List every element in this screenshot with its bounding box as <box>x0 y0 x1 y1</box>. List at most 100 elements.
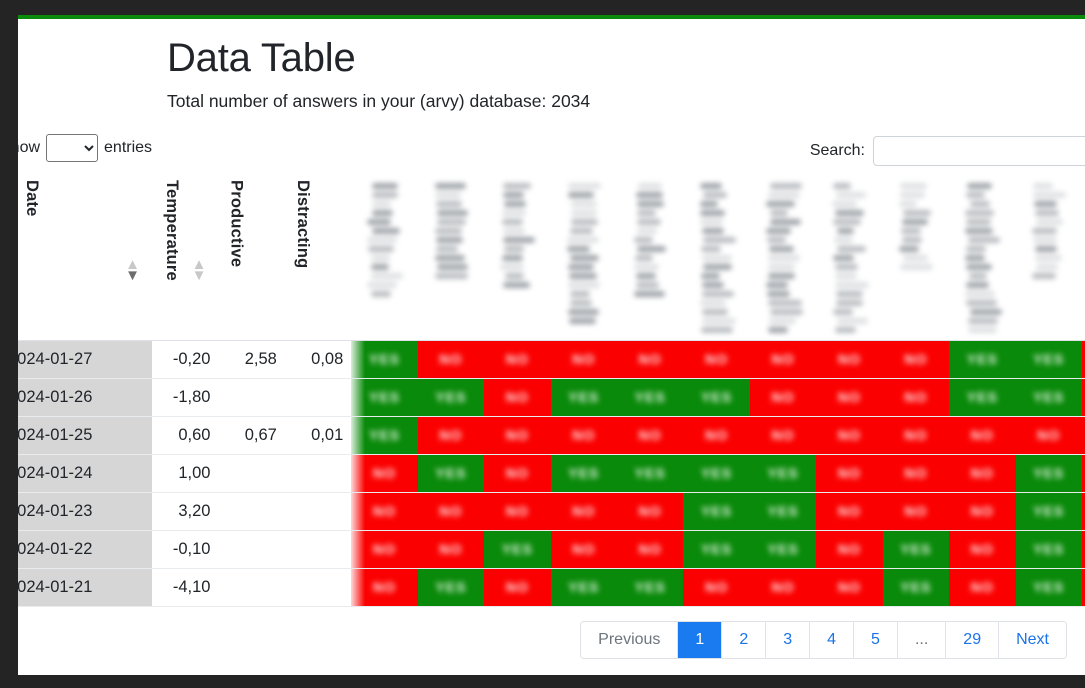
column-header-redacted-7[interactable] <box>749 172 817 341</box>
sort-descending-icon: ▼ <box>125 266 141 284</box>
flag-label: NO <box>572 503 596 519</box>
column-header-redacted-9[interactable] <box>882 172 950 341</box>
column-header-distracting[interactable]: Distracting <box>284 172 352 341</box>
redacted-text-icon <box>434 180 468 282</box>
cell-flag: YES <box>949 378 1016 417</box>
cell-date: 2024-01-25 <box>18 416 153 455</box>
table-row[interactable]: 2024-01-22-0,10 NO NO YES NO NO YES YES NO YES NO Y… <box>18 530 1085 569</box>
flag-label: YES <box>767 541 799 557</box>
pagination-page-link[interactable]: 3 <box>766 621 811 658</box>
cell-flag: NO <box>484 568 551 607</box>
flag-label: YES <box>701 389 733 405</box>
page-subtitle: Total number of answers in your (arvy) d… <box>167 91 591 111</box>
search-input[interactable] <box>873 136 1085 166</box>
redacted-text-icon <box>633 180 667 300</box>
pagination-page-4[interactable]: 4 <box>810 621 855 658</box>
column-header-redacted-3[interactable] <box>484 172 551 341</box>
pagination-page-5[interactable]: 5 <box>854 621 898 658</box>
cell-flag: YES <box>749 530 817 569</box>
pagination-page-2[interactable]: 2 <box>722 621 767 658</box>
cell-productive <box>218 378 285 417</box>
table-header-row: Date ▲ ▼ Temperature ▲ ▼ Productive Dist… <box>18 172 1085 341</box>
flag-label: NO <box>505 503 529 519</box>
flag-label: YES <box>767 503 799 519</box>
cell-flag: NO <box>550 492 617 531</box>
cell-flag: YES <box>417 568 485 607</box>
cell-flag: YES <box>484 530 551 569</box>
table-row[interactable]: 2024-01-21-4,10 NO YES NO YES YES NO NO NO YES NO Y… <box>18 568 1085 607</box>
pagination-previous-link[interactable]: Previous <box>581 621 679 658</box>
column-header-temperature[interactable]: Temperature ▲ ▼ <box>152 172 219 341</box>
cell-productive <box>218 492 285 531</box>
column-header-redacted-5[interactable] <box>616 172 684 341</box>
flag-label: NO <box>505 351 529 367</box>
pagination-page-link[interactable]: 29 <box>946 621 1000 658</box>
entries-per-page-select[interactable] <box>46 134 99 162</box>
cell-flag: YES <box>882 530 950 569</box>
pagination-previous[interactable]: Previous <box>581 621 679 658</box>
table-row[interactable]: 2024-01-233,20NONONONONOYESYESNONONOYESN… <box>18 492 1085 531</box>
pagination-next[interactable]: Next <box>999 621 1066 658</box>
search-control: Search: <box>810 136 1085 166</box>
pagination-page-link[interactable]: 2 <box>722 621 767 658</box>
pagination-next-link[interactable]: Next <box>999 621 1066 658</box>
redacted-text-icon <box>965 180 1003 336</box>
cell-productive: 0,67 <box>218 416 285 455</box>
redacted-text-icon <box>500 180 536 291</box>
pagination-page-3[interactable]: 3 <box>766 621 811 658</box>
pagination-page-link[interactable]: 4 <box>810 621 855 658</box>
cell-flag: YES <box>417 378 485 417</box>
cell-flag: NO <box>616 530 684 569</box>
cell-flag: YES <box>683 492 750 531</box>
redacted-text-icon <box>1031 180 1066 282</box>
cell-flag: NO <box>351 530 418 569</box>
flag-label: YES <box>1033 541 1065 557</box>
cell-flag: YES <box>1015 530 1082 569</box>
column-header-redacted-11[interactable] <box>1015 172 1082 341</box>
sort-arrows-date[interactable]: ▲ ▼ <box>125 257 141 284</box>
flag-label: NO <box>837 579 861 595</box>
flag-label: NO <box>439 427 463 443</box>
pagination-page-link[interactable]: 1 <box>678 621 723 658</box>
cell-flag: NO <box>749 568 817 607</box>
flag-label: NO <box>572 541 596 557</box>
column-header-productive[interactable]: Productive <box>218 172 285 341</box>
cell-date: 2024-01-22 <box>18 530 153 569</box>
pagination-page-link[interactable]: 5 <box>854 621 898 658</box>
cell-flag: YES <box>949 340 1016 379</box>
flag-label: NO <box>372 503 396 519</box>
table-row[interactable]: 2024-01-241,00 NO YES NO YES YES YES YES NO NO NO Y… <box>18 454 1085 493</box>
column-header-redacted-6[interactable] <box>683 172 750 341</box>
table-row[interactable]: 2024-01-250,600,670,01 YES NO NO NO NO NO NO NO N… <box>18 416 1085 455</box>
sort-arrows-temperature[interactable]: ▲ ▼ <box>192 257 207 283</box>
flag-label: YES <box>701 503 733 519</box>
flag-label: YES <box>435 465 467 481</box>
cell-flag: NO <box>683 568 750 607</box>
table-row[interactable]: 2024-01-27-0,202,580,08 YES NO NO NO NO NO NO NO… <box>18 340 1085 379</box>
pagination: Previous 1 2 3 4 5... 29 Next <box>580 620 1067 659</box>
column-header-productive-label: Productive <box>227 180 246 268</box>
column-header-temperature-text-wrap: Temperature <box>152 180 218 281</box>
column-header-date[interactable]: Date ▲ ▼ <box>18 172 153 341</box>
cell-flag: YES <box>683 454 750 493</box>
column-header-redacted-8[interactable] <box>816 172 883 341</box>
flag-label: NO <box>837 351 861 367</box>
flag-label: NO <box>970 579 994 595</box>
table-row[interactable]: 2024-01-26-1,80 YES YES NO YES YES YES NO NO NO YE… <box>18 378 1085 417</box>
column-header-redacted-4[interactable] <box>550 172 617 341</box>
flag-label: NO <box>771 427 795 443</box>
flag-label: YES <box>634 465 666 481</box>
pagination-page-29[interactable]: 29 <box>946 621 1000 658</box>
pagination-page-1[interactable]: 1 <box>678 621 723 658</box>
column-header-redacted-10[interactable] <box>949 172 1016 341</box>
cell-flag: NO <box>749 340 817 379</box>
flag-label: NO <box>505 389 529 405</box>
flag-label: YES <box>368 427 400 443</box>
cell-flag: NO <box>484 340 551 379</box>
column-header-redacted-1[interactable] <box>351 172 418 341</box>
cell-flag: NO <box>683 416 750 455</box>
cell-flag: YES <box>882 568 950 607</box>
column-header-redacted-2[interactable] <box>417 172 485 341</box>
flag-label: NO <box>705 427 729 443</box>
column-header-distracting-text-wrap: Distracting <box>285 180 351 268</box>
